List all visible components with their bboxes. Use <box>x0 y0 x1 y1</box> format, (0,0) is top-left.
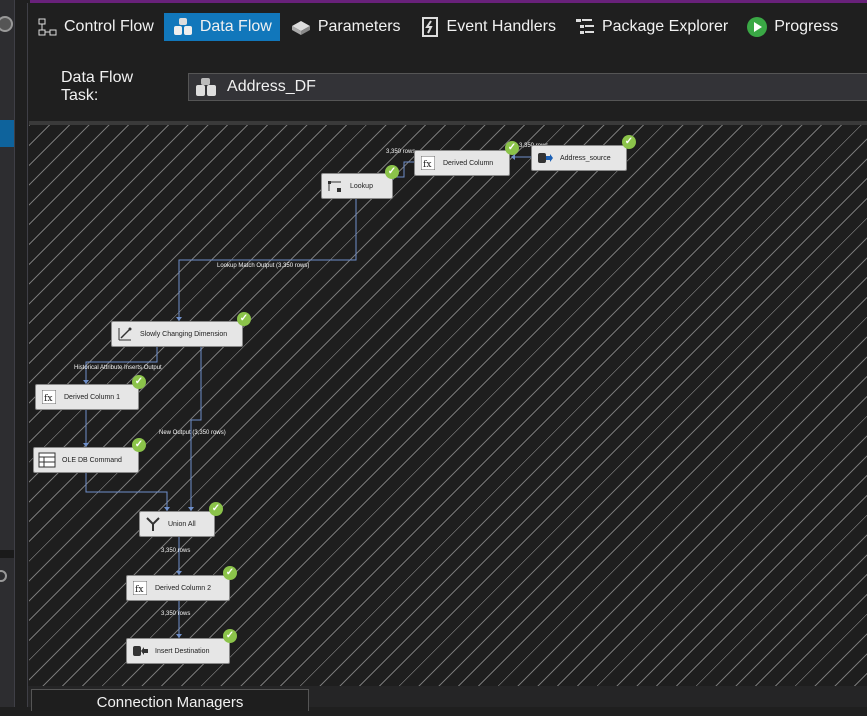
left-panel-selection[interactable] <box>0 120 14 147</box>
component-label: Derived Column 1 <box>64 393 121 401</box>
parameters-icon <box>290 16 312 38</box>
lookup-icon <box>326 177 344 195</box>
component-label: Derived Column <box>443 159 494 167</box>
ole-db-command-icon <box>38 451 56 469</box>
designer-tabs: Control Flow Data Flow Parameters Event … <box>28 11 848 43</box>
data-flow-task-row: Data Flow Task: Address_DF <box>61 69 867 104</box>
component-label: OLE DB Command <box>62 456 122 464</box>
component-union-all[interactable]: Union All <box>139 511 215 537</box>
path-new-output <box>190 345 202 511</box>
tab-event-handlers[interactable]: Event Handlers <box>411 13 564 41</box>
pin-icon[interactable] <box>0 16 13 32</box>
component-derived-column-2[interactable]: fx Derived Column 2 <box>126 575 230 601</box>
component-insert-destination[interactable]: Insert Destination <box>126 638 230 664</box>
component-slowly-changing-dimension[interactable]: Slowly Changing Dimension <box>111 321 243 347</box>
derived-column-icon: fx <box>419 154 437 172</box>
tab-parameters[interactable]: Parameters <box>282 13 409 41</box>
success-check-icon: ✓ <box>223 629 237 643</box>
control-flow-icon <box>36 16 58 38</box>
data-flow-task-icon <box>195 77 219 97</box>
radio-icon[interactable] <box>0 570 7 582</box>
path-ole-to-union <box>85 471 168 511</box>
path-label-derived2-rows: 3,350 rows <box>161 611 191 617</box>
left-panel-divider <box>0 550 14 558</box>
package-explorer-icon <box>574 16 596 38</box>
component-label: Slowly Changing Dimension <box>140 330 228 338</box>
connection-managers-tab[interactable]: Connection Managers <box>31 689 309 711</box>
svg-text:fx: fx <box>135 585 143 595</box>
success-check-icon: ✓ <box>132 375 146 389</box>
derived-column-icon: fx <box>131 579 149 597</box>
success-check-icon: ✓ <box>237 312 251 326</box>
data-flow-icon <box>172 16 194 38</box>
component-ole-db-command[interactable]: OLE DB Command <box>33 447 139 473</box>
path-label-derived-rows: 3,350 rows <box>386 149 416 155</box>
component-label: Address_source <box>560 154 611 162</box>
tab-progress[interactable]: Progress <box>738 13 846 41</box>
path-label-lookup-match: Lookup Match Output (3,350 rows) <box>217 263 310 269</box>
tab-label: Progress <box>774 18 839 35</box>
component-address-source[interactable]: Address_source <box>531 145 627 171</box>
path-lookup-match <box>178 187 357 321</box>
left-panel-strip <box>0 0 15 707</box>
ole-db-source-icon <box>536 149 554 167</box>
designer-window: Control Flow Data Flow Parameters Event … <box>27 3 867 711</box>
success-check-icon: ✓ <box>385 165 399 179</box>
tab-label: Control Flow <box>64 18 154 35</box>
component-derived-column[interactable]: fx Derived Column <box>414 150 510 176</box>
union-all-icon <box>144 515 162 533</box>
tab-data-flow[interactable]: Data Flow <box>163 13 280 41</box>
tab-control-flow[interactable]: Control Flow <box>28 13 162 41</box>
data-flow-paths <box>83 154 531 638</box>
tab-package-explorer[interactable]: Package Explorer <box>566 13 736 41</box>
component-label: Lookup <box>350 182 373 190</box>
component-label: Insert Destination <box>155 647 210 655</box>
tab-label: Data Flow <box>199 18 272 35</box>
path-label-historical: Historical Attribute Inserts Output <box>74 365 162 371</box>
svg-text:fx: fx <box>423 160 431 170</box>
tab-label: Package Explorer <box>601 18 729 35</box>
tab-label: Event Handlers <box>446 18 556 35</box>
success-check-icon: ✓ <box>132 438 146 452</box>
path-label-new-output: New Output (3,350 rows) <box>159 430 226 436</box>
success-check-icon: ✓ <box>505 141 519 155</box>
data-flow-task-select[interactable]: Address_DF <box>188 73 867 101</box>
svg-text:fx: fx <box>44 394 52 404</box>
event-handlers-icon <box>419 16 441 38</box>
tab-label: Parameters <box>317 18 401 35</box>
scd-wizard-icon <box>116 325 134 343</box>
success-check-icon: ✓ <box>209 502 223 516</box>
component-lookup[interactable]: Lookup <box>321 173 393 199</box>
component-derived-column-1[interactable]: fx Derived Column 1 <box>35 384 139 410</box>
data-flow-canvas[interactable]: 3,350 rows 3,350 rows Lookup Match Outpu… <box>29 121 867 690</box>
path-label-union-rows: 3,350 rows <box>161 548 191 554</box>
derived-column-icon: fx <box>40 388 58 406</box>
progress-play-icon <box>746 16 768 38</box>
success-check-icon: ✓ <box>223 566 237 580</box>
success-check-icon: ✓ <box>622 135 636 149</box>
component-label: Derived Column 2 <box>155 584 212 592</box>
data-flow-task-label: Data Flow Task: <box>61 69 134 104</box>
component-label: Union All <box>168 520 196 528</box>
data-flow-task-value: Address_DF <box>227 78 316 95</box>
ole-db-destination-icon <box>131 642 149 660</box>
